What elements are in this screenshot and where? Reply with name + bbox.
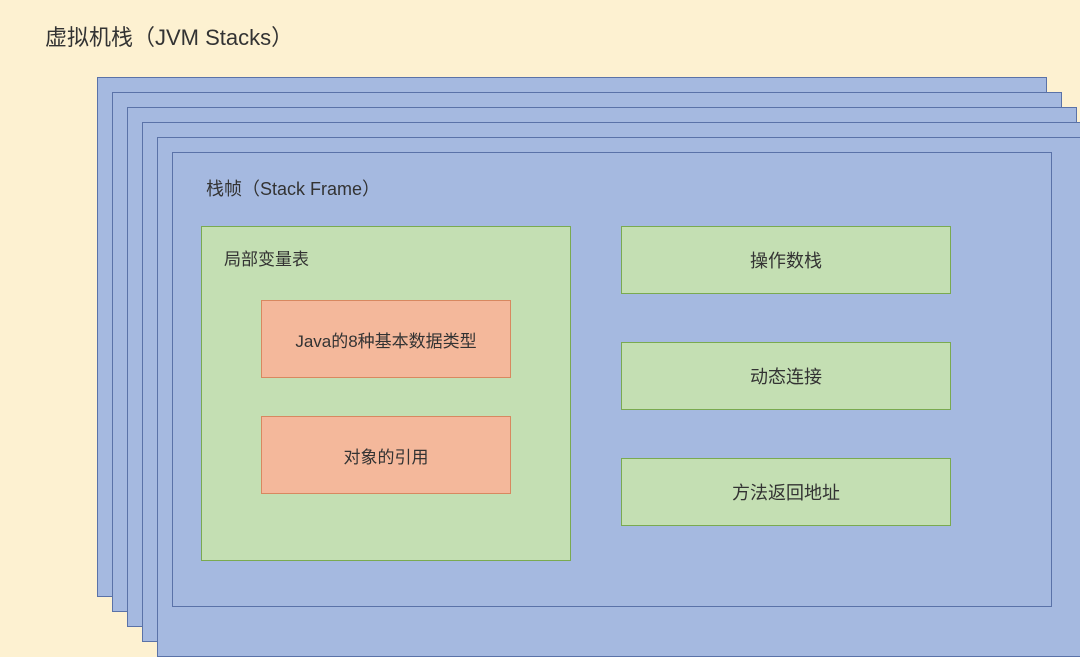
diagram-title: 虚拟机栈（JVM Stacks）: [45, 20, 293, 52]
local-variable-table: 局部变量表 Java的8种基本数据类型 对象的引用: [201, 226, 571, 561]
return-address-box: 方法返回地址: [621, 458, 951, 526]
stack-frame-container: 栈帧（Stack Frame） 局部变量表 Java的8种基本数据类型 对象的引…: [172, 152, 1052, 607]
java-primitives-box: Java的8种基本数据类型: [261, 300, 511, 378]
object-references-box: 对象的引用: [261, 416, 511, 494]
operand-stack-box: 操作数栈: [621, 226, 951, 294]
stack-frame-right-column: 操作数栈 动态连接 方法返回地址: [621, 226, 951, 561]
local-var-table-title: 局部变量表: [224, 245, 548, 270]
stack-frame-title: 栈帧（Stack Frame）: [206, 175, 1023, 201]
stack-frame-content: 局部变量表 Java的8种基本数据类型 对象的引用 操作数栈 动态连接 方法返回…: [201, 226, 1023, 561]
dynamic-linking-box: 动态连接: [621, 342, 951, 410]
